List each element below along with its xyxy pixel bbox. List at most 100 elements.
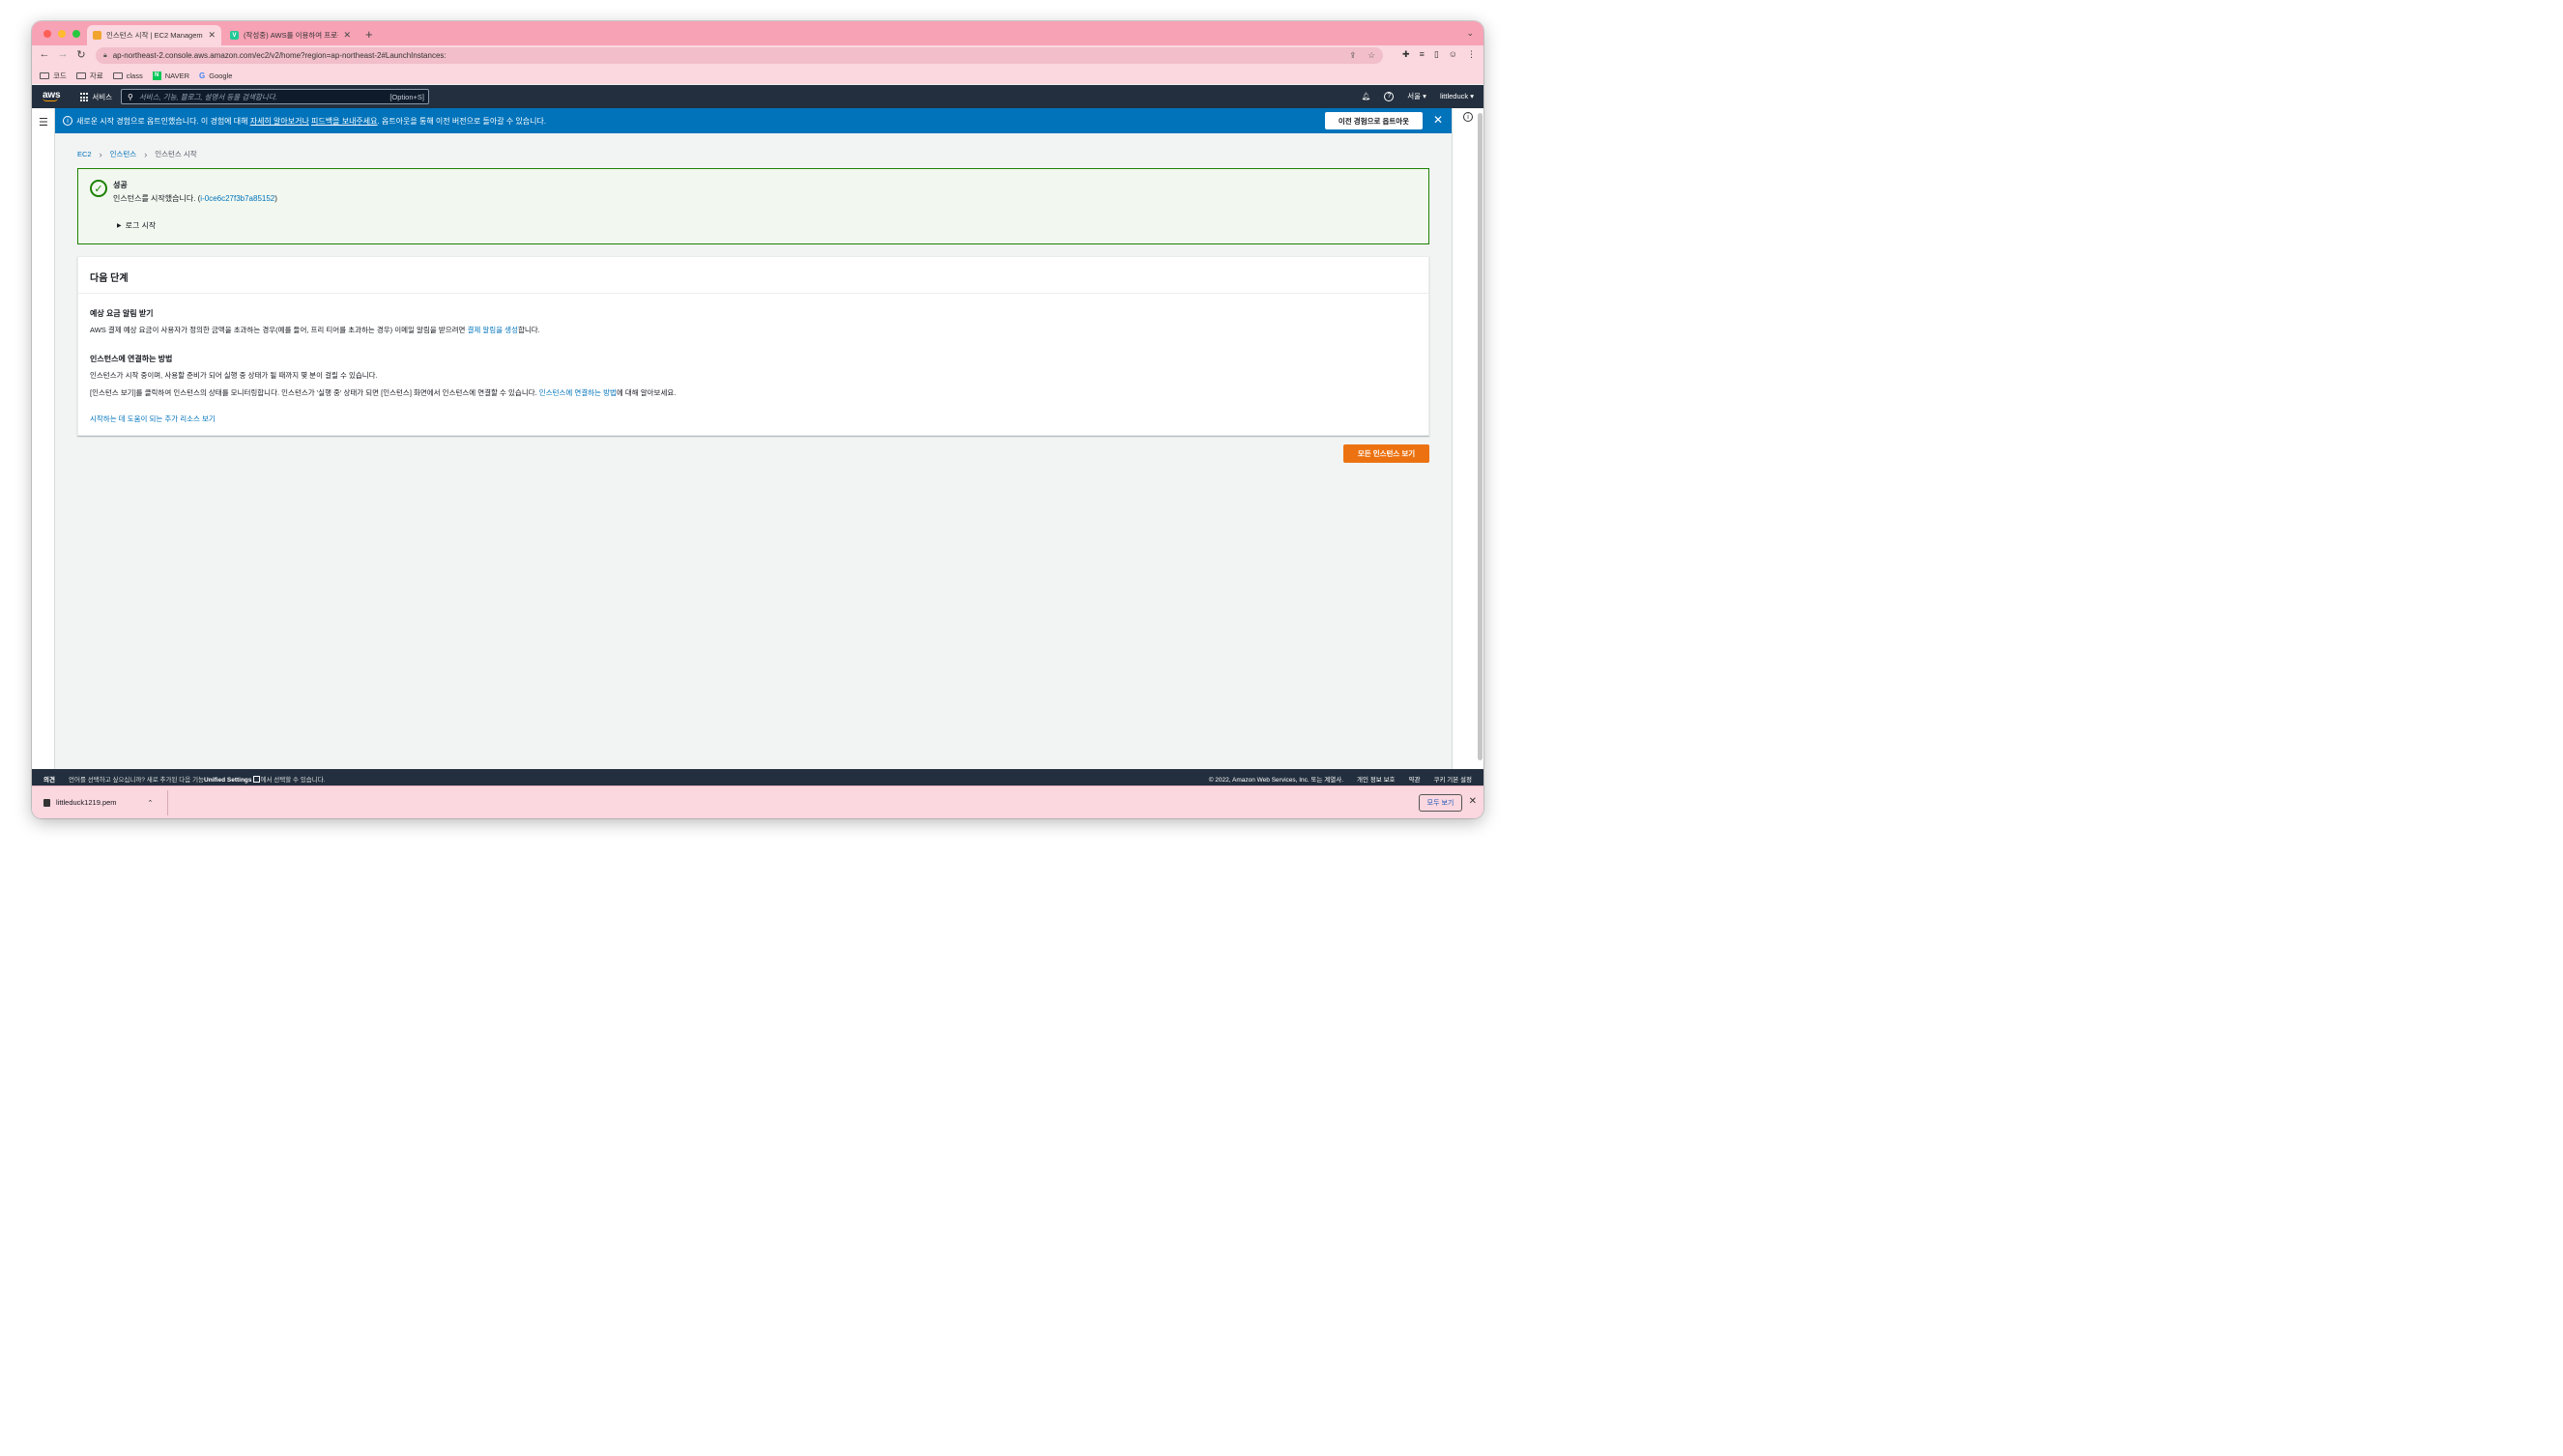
region-selector[interactable]: 서울 ▾ [1407,91,1426,101]
chevron-right-icon: › [144,149,148,159]
tab-aws-project[interactable]: V (작성중) AWS를 이용하여 프로젝트 ✕ [224,25,357,45]
additional-resources-link[interactable]: 시작하는 데 도움이 되는 추가 리소스 보기 [90,414,216,424]
chevron-right-icon: › [99,149,102,159]
cookie-preferences-link[interactable]: 쿠키 기본 설정 [1434,774,1473,784]
external-link-icon [252,775,260,783]
divider [167,790,168,815]
instance-id-link[interactable]: i-0ce6c27f3b7a85152 [200,194,274,203]
search-shortcut-hint: [Option+S] [389,92,424,101]
tab-ec2-management[interactable]: 인스턴스 시작 | EC2 Management ✕ [87,25,221,45]
language-notice: 언어를 선택하고 싶으십니까? 새로 추가된 다음 기능Unified Sett… [69,775,326,784]
side-panel-icon[interactable]: ▯ [1434,49,1439,60]
close-tab-icon[interactable]: ✕ [343,30,351,41]
view-all-instances-button[interactable]: 모든 인스턴스 보기 [1343,444,1429,463]
help-icon[interactable]: ? [1384,91,1395,101]
new-tab-button[interactable]: + [365,27,373,42]
hamburger-menu-icon[interactable]: ☰ [39,116,48,128]
aws-favicon-icon [93,31,101,40]
download-item[interactable]: littleduck1219.pem ⌃ [43,798,153,807]
google-icon: G [199,71,206,80]
services-menu-button[interactable]: 서비스 [80,92,112,102]
bookmark-naver[interactable]: N NAVER [152,71,189,80]
search-icon: ⚲ [128,92,133,101]
feedback-link[interactable]: 의견 [43,774,55,784]
address-bar[interactable]: 🔒︎ ap-northeast-2.console.aws.amazon.com… [96,47,1383,64]
minimize-window-button[interactable] [58,30,66,38]
url-text: ap-northeast-2.console.aws.amazon.com/ec… [112,51,446,60]
learn-more-link[interactable]: 자세히 알아보거나 [250,117,309,126]
aws-top-nav: aws 서비스 ⚲ 서비스, 기능, 블로그, 설명서 등을 검색합니다. [O… [32,85,1483,108]
success-title: 성공 [113,181,128,189]
bookmark-star-icon[interactable]: ☆ [1368,50,1375,61]
velog-favicon-icon: V [230,31,239,40]
back-arrow-icon[interactable]: ← [38,48,51,60]
close-icon[interactable]: ✕ [1433,113,1443,127]
next-steps-panel: 다음 단계 예상 요금 알림 받기 AWS 결제 예상 요금이 사용자가 정의한… [77,256,1429,436]
browser-toolbar: ← → ↻ 🔒︎ ap-northeast-2.console.aws.amaz… [32,45,1483,67]
side-nav-rail: ☰ [32,108,55,769]
how-to-connect-link[interactable]: 인스턴스에 연결하는 방법 [539,388,617,397]
billing-alert-text: AWS 결제 예상 요금이 사용자가 정의한 금액을 초과하는 경우(예를 들어… [90,326,540,334]
next-steps-title: 다음 단계 [78,257,1428,294]
share-icon[interactable]: ⇪ [1349,50,1356,61]
bookmark-google[interactable]: G Google [199,71,232,80]
tab-search-chevron-icon[interactable]: ⌄ [1466,28,1474,39]
console-search-input[interactable]: ⚲ 서비스, 기능, 블로그, 설명서 등을 검색합니다. [Option+S] [121,89,429,104]
folder-icon [75,71,86,79]
close-icon[interactable]: ✕ [1469,796,1477,807]
lock-icon: 🔒︎ [103,51,107,59]
browser-window: 인스턴스 시작 | EC2 Management ✕ V (작성중) AWS를 … [32,21,1483,818]
profile-avatar-icon[interactable]: ☺ [1449,49,1457,60]
notifications-bell-icon[interactable]: 🔔︎ [1362,92,1371,100]
tab-bar: 인스턴스 시작 | EC2 Management ✕ V (작성중) AWS를 … [32,21,1483,45]
billing-alert-heading: 예상 요금 알림 받기 [90,309,154,318]
terms-link[interactable]: 약관 [1409,774,1421,784]
banner-text: 새로운 시작 경험으로 옵트인했습니다. 이 경험에 대해 자세히 알아보거나 … [76,116,547,126]
success-alert: ✓ 성공 인스턴스를 시작했습니다. (i-0ce6c27f3b7a85152)… [77,168,1429,244]
breadcrumb-ec2[interactable]: EC2 [77,150,92,158]
caret-right-icon: ▶ [117,223,122,229]
extensions-puzzle-icon[interactable]: ✚ [1402,49,1410,60]
folder-icon [40,71,49,79]
kebab-menu-icon[interactable]: ⋮ [1467,49,1476,60]
opt-out-button[interactable]: 이전 경험으로 옵트아웃 [1325,112,1423,129]
bookmarks-bar: 코드 자료 class N NAVER G Google [32,67,1483,84]
folder-icon [112,71,123,79]
account-menu[interactable]: littleduck ▾ [1440,92,1474,100]
close-tab-icon[interactable]: ✕ [208,30,216,41]
reading-list-icon[interactable]: ≡ [1420,49,1425,60]
close-window-button[interactable] [43,30,51,38]
console-footer: 의견 언어를 선택하고 싶으십니까? 새로 추가된 다음 기능Unified S… [32,769,1483,785]
bookmark-folder-class[interactable]: class [112,71,143,80]
success-message: 인스턴스를 시작했습니다. (i-0ce6c27f3b7a85152) [113,194,277,203]
privacy-link[interactable]: 개인 정보 보호 [1357,774,1396,784]
connect-text-1: 인스턴스가 시작 중이며, 사용할 준비가 되어 실행 중 상태가 될 때까지 … [90,371,378,380]
breadcrumb: EC2 › 인스턴스 › 인스턴스 시작 [77,149,197,159]
chevron-up-icon[interactable]: ⌃ [148,799,154,807]
copyright-text: © 2022, Amazon Web Services, Inc. 또는 계열사… [1208,777,1344,784]
naver-icon: N [152,71,161,80]
info-panel-icon[interactable]: i [1463,112,1473,122]
grid-menu-icon [80,93,89,101]
connect-text-2: [인스턴스 보기]를 클릭하여 인스턴스의 상태를 모니터링합니다. 인스턴스가… [90,388,677,397]
file-icon [43,798,50,807]
info-icon: i [63,116,72,126]
breadcrumb-current: 인스턴스 시작 [155,150,197,158]
bookmark-folder-code[interactable]: 코드 [40,71,67,81]
forward-arrow-icon[interactable]: → [56,48,70,60]
show-all-downloads-button[interactable]: 모두 보기 [1419,794,1462,812]
window-controls [43,30,80,38]
maximize-window-button[interactable] [72,30,80,38]
reload-icon[interactable]: ↻ [74,48,88,61]
launch-log-toggle[interactable]: ▶ 로그 시작 [117,220,156,231]
page-scrollbar[interactable] [1478,113,1483,760]
breadcrumb-instances[interactable]: 인스턴스 [110,149,137,159]
search-placeholder: 서비스, 기능, 블로그, 설명서 등을 검색합니다. [138,92,277,101]
create-billing-alert-link[interactable]: 결제 알림을 생성 [468,326,518,334]
send-feedback-link[interactable]: 피드백을 보내주세요 [311,117,377,126]
download-filename: littleduck1219.pem [56,798,117,807]
check-circle-icon: ✓ [90,180,107,197]
aws-logo[interactable]: aws [43,90,61,101]
unified-settings-link[interactable]: Unified Settings [204,777,251,784]
bookmark-folder-materials[interactable]: 자료 [75,71,103,81]
